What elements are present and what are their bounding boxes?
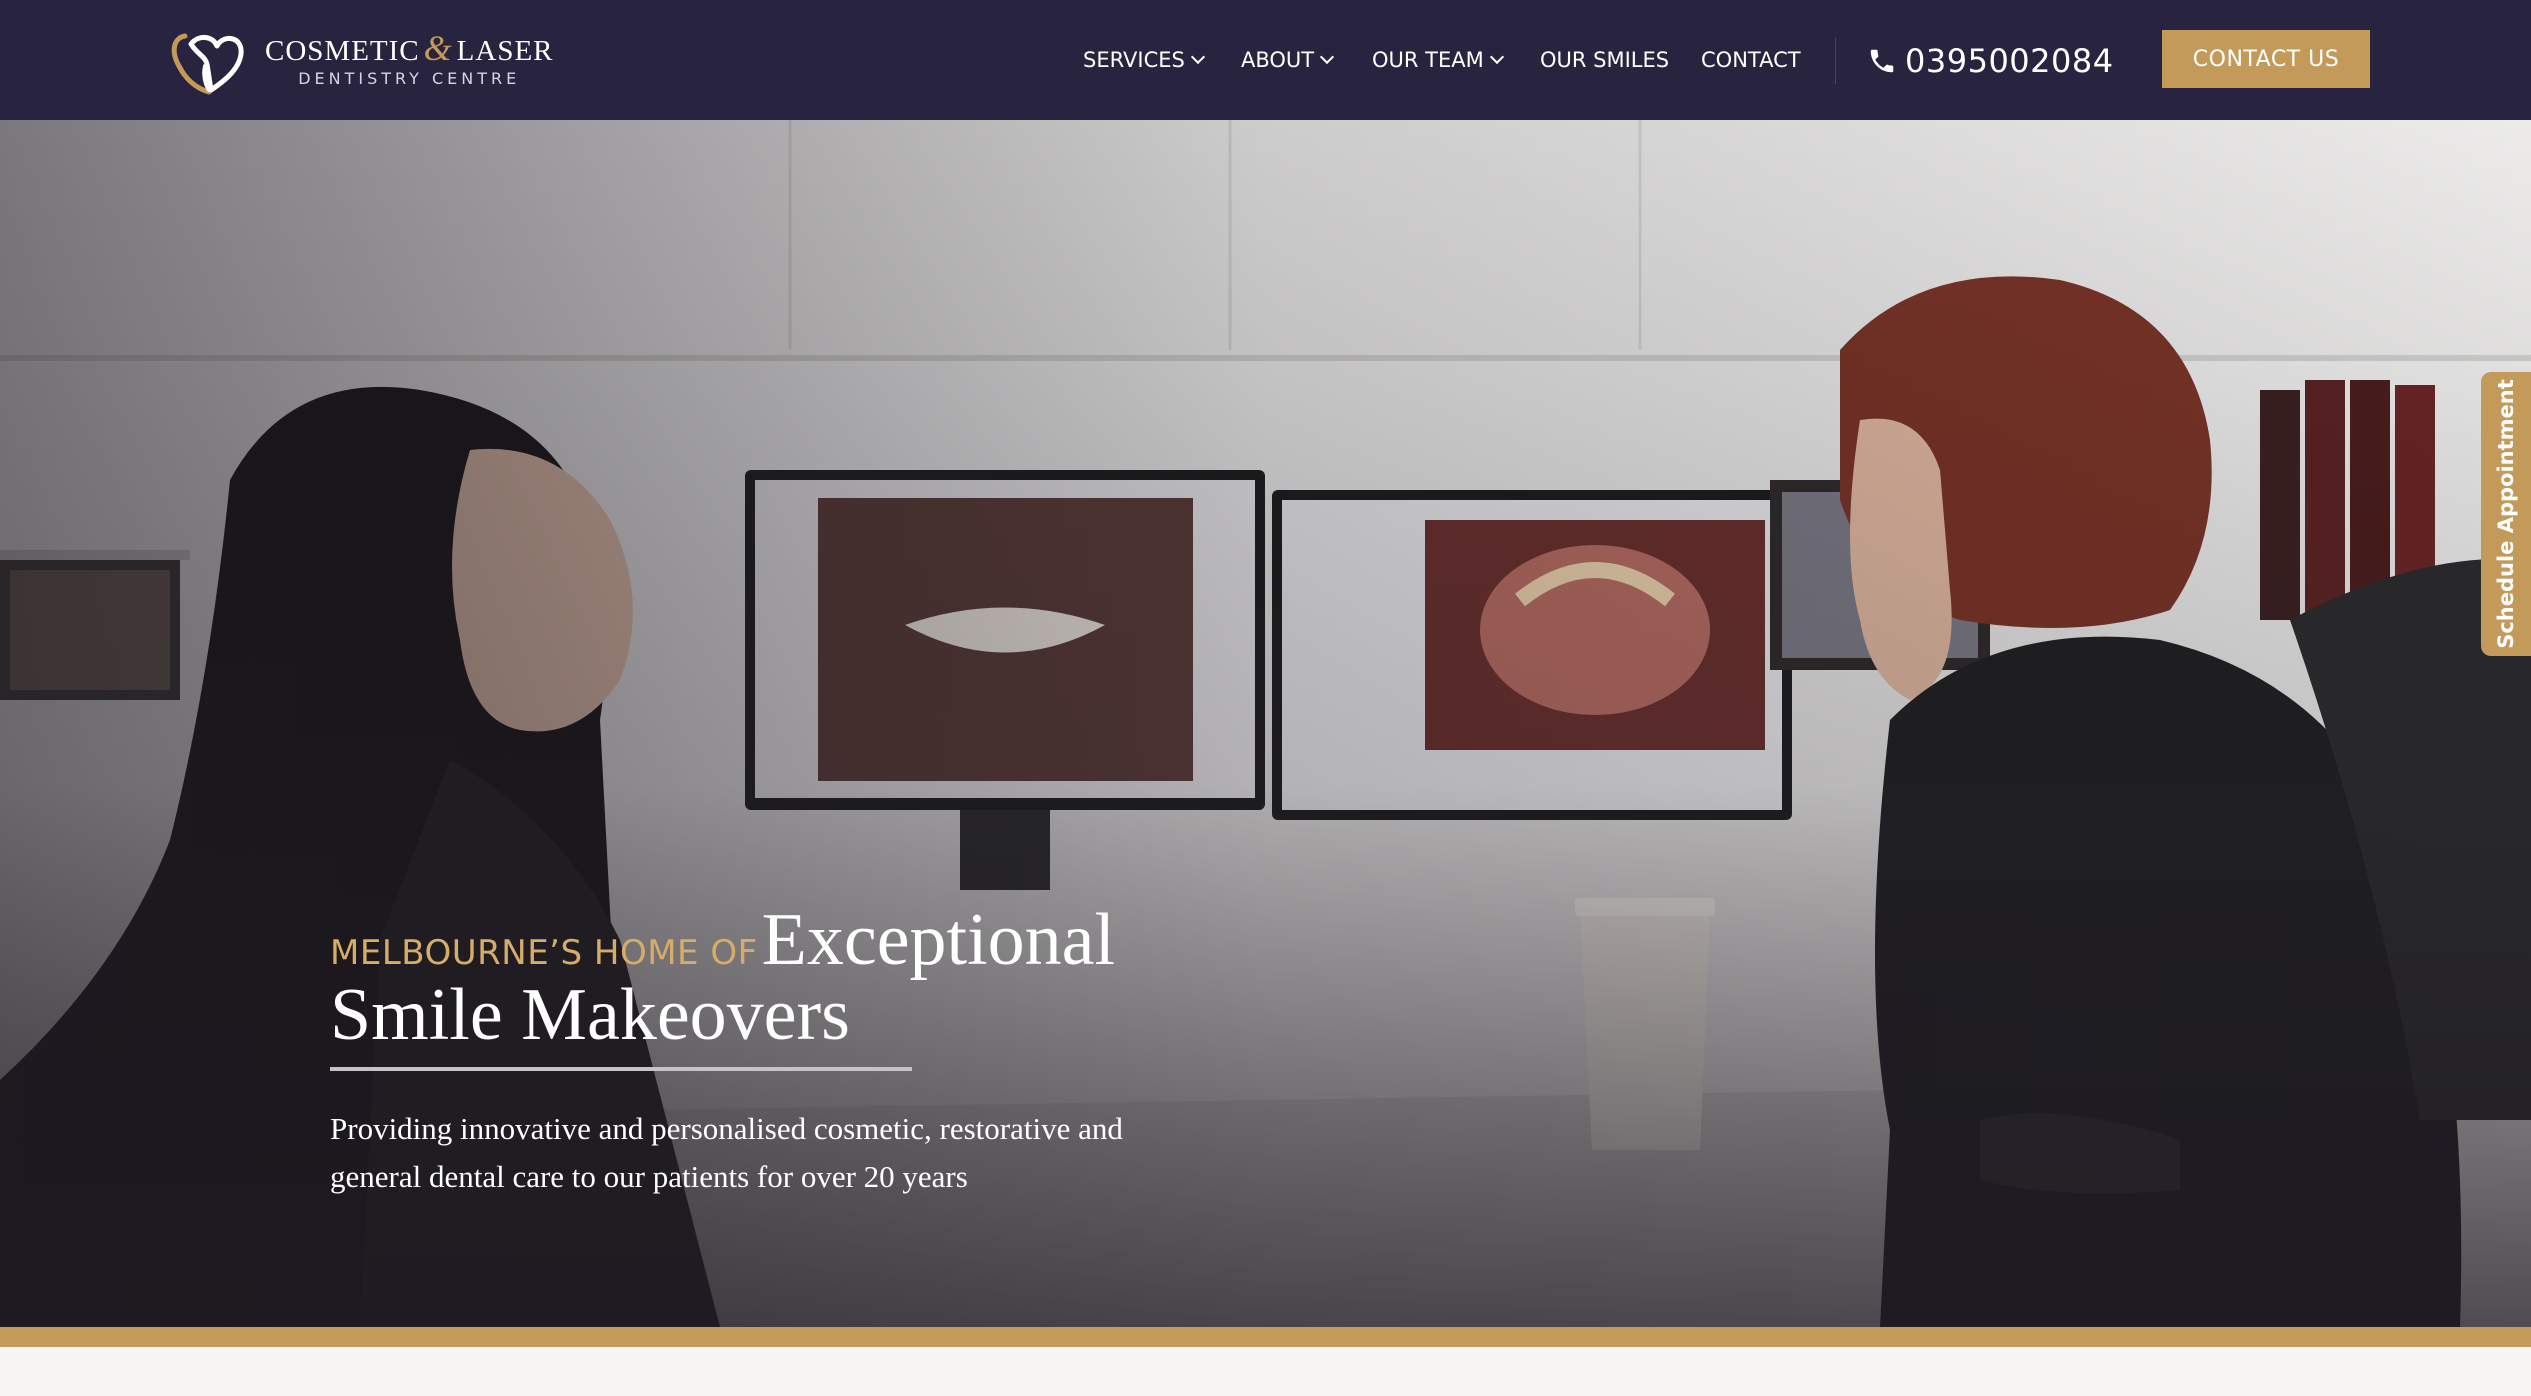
- hero-title-highlight: Exceptional: [761, 899, 1116, 981]
- hero-eyebrow: MELBOURNE’S HOME OF: [330, 933, 758, 973]
- hero-subtitle-line1: Providing innovative and personalised co…: [330, 1111, 1123, 1146]
- hero-bottom-accent-bar: [0, 1327, 2531, 1347]
- schedule-appointment-label: Schedule Appointment: [2494, 379, 2519, 649]
- hero-title: Smile Makeovers: [330, 974, 850, 1056]
- phone-icon: [1870, 49, 1894, 73]
- nav-label-about: ABOUT: [1241, 48, 1315, 72]
- site-header: COSMETIC & LASER DENTISTRY CENTRE SERVICES…: [0, 0, 2531, 120]
- nav-label-contact: CONTACT: [1701, 48, 1801, 72]
- contact-us-button[interactable]: CONTACT US: [2162, 30, 2370, 88]
- logo-subtitle: DENTISTRY CENTRE: [298, 68, 521, 88]
- nav-item-about[interactable]: ABOUT: [1241, 42, 1335, 78]
- nav-label-services: SERVICES: [1083, 48, 1185, 72]
- nav-item-services[interactable]: SERVICES: [1083, 42, 1205, 78]
- nav-label-our-team: OUR TEAM: [1372, 48, 1484, 72]
- hero-section: MELBOURNE’S HOME OF Exceptional Smile Ma…: [0, 120, 2531, 1327]
- chevron-down-icon: [1320, 49, 1335, 65]
- nav-item-our-smiles[interactable]: OUR SMILES: [1540, 42, 1669, 78]
- phone-number: 0395002084: [1905, 42, 2114, 80]
- logo-text: COSMETIC & LASER DENTISTRY CENTRE: [265, 27, 554, 90]
- nav-item-contact[interactable]: CONTACT: [1701, 42, 1801, 78]
- nav-divider: [1835, 38, 1836, 84]
- hero-heading-line1: MELBOURNE’S HOME OF Exceptional: [330, 898, 1230, 983]
- hero-divider: [330, 1067, 912, 1071]
- chevron-down-icon: [1190, 49, 1205, 65]
- logo-ampersand: &: [423, 27, 453, 68]
- site-logo[interactable]: COSMETIC & LASER DENTISTRY CENTRE: [165, 24, 554, 96]
- nav-item-our-team[interactable]: OUR TEAM: [1372, 42, 1504, 78]
- phone-link[interactable]: 0395002084: [1867, 38, 2114, 84]
- logo-title: COSMETIC & LASER: [265, 27, 554, 68]
- hero-subtitle: Providing innovative and personalised co…: [330, 1105, 1230, 1201]
- hero-subtitle-line2: general dental care to our patients for …: [330, 1159, 968, 1194]
- tooth-heart-logo-icon: [171, 33, 244, 95]
- logo-word-laser: LASER: [456, 34, 554, 67]
- logo-word-cosmetic: COSMETIC: [265, 34, 420, 67]
- chevron-down-icon: [1489, 49, 1504, 65]
- nav-label-our-smiles: OUR SMILES: [1540, 48, 1670, 72]
- schedule-appointment-tab[interactable]: Schedule Appointment: [2481, 372, 2531, 656]
- hero-text-block: MELBOURNE’S HOME OF Exceptional Smile Ma…: [330, 898, 1230, 1201]
